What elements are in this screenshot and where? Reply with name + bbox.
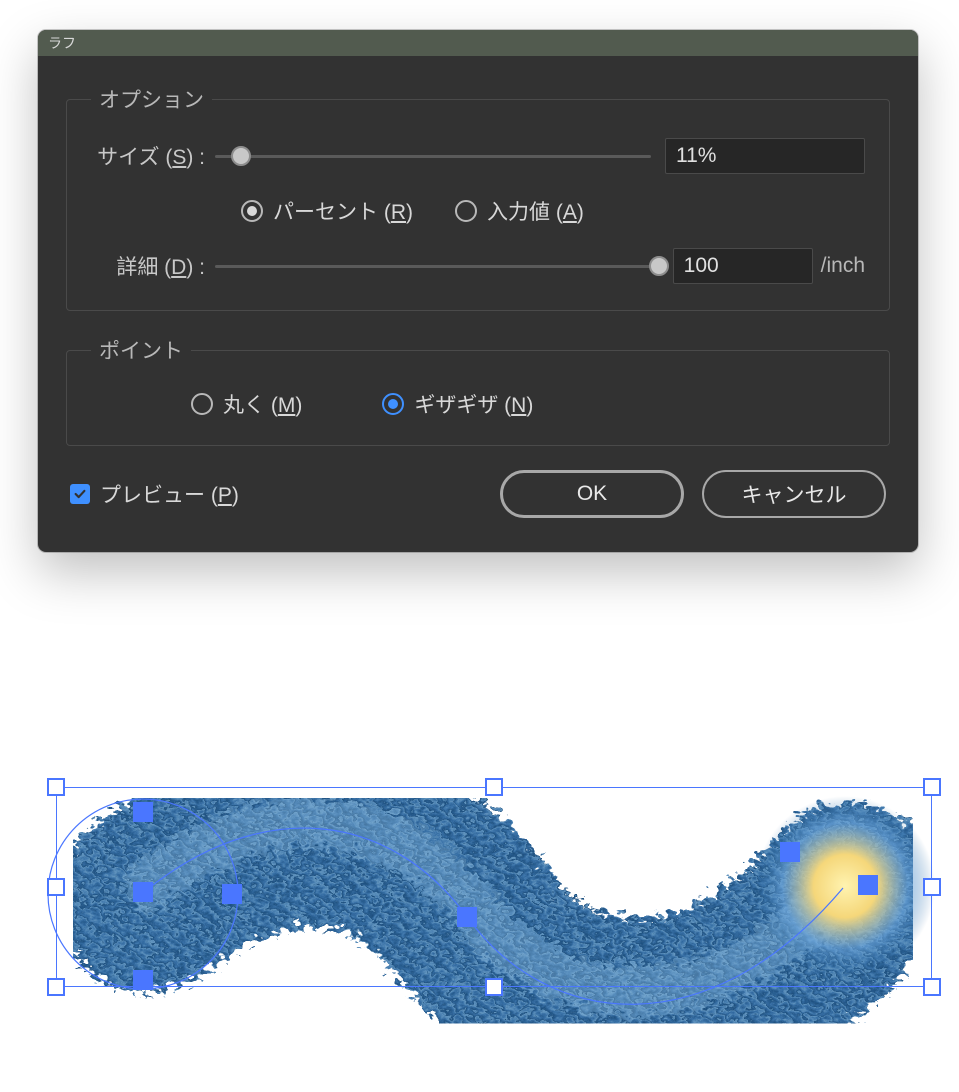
radio-smooth-indicator <box>191 393 213 415</box>
dialog-title: ラフ <box>48 33 76 53</box>
preview-checkbox[interactable]: プレビュー (P) <box>70 479 239 509</box>
anchor-point[interactable] <box>780 842 800 862</box>
preview-label: プレビュー (P) <box>100 479 239 509</box>
bbox-handle-e[interactable] <box>923 878 941 896</box>
radio-corner-label: ギザギザ (N) <box>414 389 533 419</box>
roughen-dialog: ラフ オプション サイズ (S) : <box>38 30 918 552</box>
selection-bbox[interactable] <box>56 787 932 987</box>
points-group: ポイント 丸く (M) ギザギザ (N) <box>66 335 890 446</box>
bbox-handle-nw[interactable] <box>47 778 65 796</box>
radio-corner-indicator <box>382 393 404 415</box>
points-legend: ポイント <box>91 335 191 365</box>
anchor-point[interactable] <box>457 907 477 927</box>
size-label: サイズ (S) : <box>91 141 211 171</box>
bbox-handle-n[interactable] <box>485 778 503 796</box>
bbox-handle-se[interactable] <box>923 978 941 996</box>
ok-button[interactable]: OK <box>500 470 684 518</box>
dialog-body: オプション サイズ (S) : パーセント (R) <box>38 56 918 552</box>
radio-absolute-label: 入力値 (A) <box>487 196 584 226</box>
anchor-point[interactable] <box>133 970 153 990</box>
detail-slider-track <box>215 265 659 268</box>
radio-percent-indicator <box>241 200 263 222</box>
radio-percent[interactable]: パーセント (R) <box>241 196 413 226</box>
detail-label: 詳細 (D) : <box>91 251 211 281</box>
check-icon <box>73 487 87 501</box>
preview-checkbox-box <box>70 484 90 504</box>
artboard[interactable] <box>0 742 959 1092</box>
size-row: サイズ (S) : <box>91 138 865 174</box>
size-mode-row: パーセント (R) 入力値 (A) <box>91 196 865 226</box>
radio-percent-label: パーセント (R) <box>273 196 413 226</box>
radio-smooth[interactable]: 丸く (M) <box>191 389 302 419</box>
bbox-handle-s[interactable] <box>485 978 503 996</box>
bbox-handle-w[interactable] <box>47 878 65 896</box>
size-input[interactable] <box>665 138 865 174</box>
dialog-titlebar[interactable]: ラフ <box>38 30 918 56</box>
options-legend: オプション <box>91 84 212 114</box>
points-mode-row: 丸く (M) ギザギザ (N) <box>91 389 865 419</box>
anchor-point[interactable] <box>133 802 153 822</box>
radio-smooth-label: 丸く (M) <box>223 389 302 419</box>
detail-row: 詳細 (D) : /inch <box>91 248 865 284</box>
detail-unit: /inch <box>821 254 865 278</box>
radio-absolute-indicator <box>455 200 477 222</box>
dialog-footer: プレビュー (P) OK キャンセル <box>66 470 890 524</box>
bbox-handle-ne[interactable] <box>923 778 941 796</box>
anchor-point[interactable] <box>222 884 242 904</box>
anchor-point[interactable] <box>133 882 153 902</box>
detail-input[interactable] <box>673 248 813 284</box>
size-slider-thumb[interactable] <box>231 146 251 166</box>
cancel-button[interactable]: キャンセル <box>702 470 886 518</box>
detail-slider-thumb[interactable] <box>649 256 669 276</box>
options-group: オプション サイズ (S) : パーセント (R) <box>66 84 890 311</box>
size-slider[interactable] <box>215 141 651 171</box>
radio-absolute[interactable]: 入力値 (A) <box>455 196 584 226</box>
radio-corner[interactable]: ギザギザ (N) <box>382 389 533 419</box>
detail-slider[interactable] <box>215 251 659 281</box>
anchor-point[interactable] <box>858 875 878 895</box>
size-slider-track <box>215 155 651 158</box>
bbox-handle-sw[interactable] <box>47 978 65 996</box>
